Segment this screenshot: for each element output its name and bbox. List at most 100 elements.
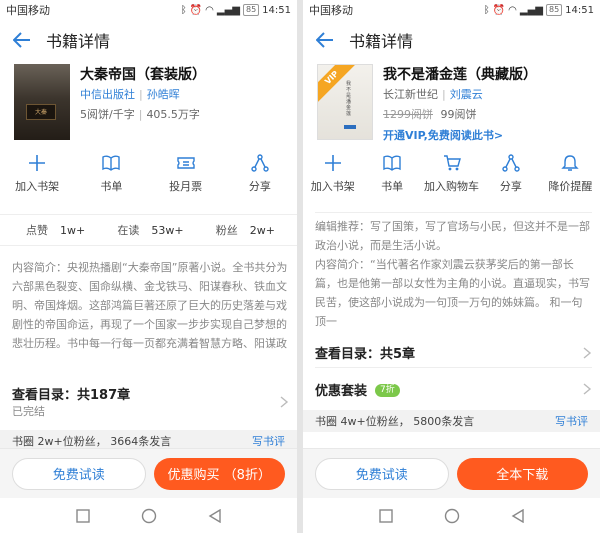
- back-arrow-icon[interactable]: [313, 28, 337, 52]
- toc-row[interactable]: 查看目录：共187章 已完结: [12, 384, 289, 424]
- bottom-action-bar: 免费试读 优惠购买 （8折）: [0, 448, 297, 498]
- share-button[interactable]: 分享: [223, 150, 297, 200]
- book-cover[interactable]: 大秦: [14, 64, 70, 140]
- app-bar: 书籍详情: [0, 20, 297, 60]
- stats-row: 点赞 1w+ 在读 53w+ 粉丝 2w+: [0, 214, 297, 246]
- chevron-right-icon: [280, 396, 289, 408]
- action-bar: 加入书架 书单 投月票 分享: [0, 150, 297, 200]
- alarm-icon: ⏰: [189, 4, 203, 16]
- author-link[interactable]: 刘震云: [450, 88, 483, 101]
- booklist-button[interactable]: 书单: [362, 150, 421, 200]
- toc-title: 查看目录：共5章: [315, 347, 416, 362]
- write-review-link[interactable]: 写书评: [555, 413, 588, 429]
- app-bar: 书籍详情: [303, 20, 600, 60]
- back-arrow-icon[interactable]: [10, 28, 34, 52]
- alarm-icon: ⏰: [492, 4, 506, 16]
- battery-icon: 85: [242, 4, 260, 16]
- publisher-link[interactable]: 长江新世纪: [383, 88, 438, 101]
- free-trial-button[interactable]: 免费试读: [315, 457, 449, 490]
- carrier-label: 中国移动: [6, 4, 50, 17]
- free-trial-button[interactable]: 免费试读: [12, 457, 146, 490]
- chevron-right-icon: [583, 346, 592, 359]
- wifi-icon: ◠: [205, 4, 214, 16]
- home-icon[interactable]: [444, 508, 460, 524]
- battery-icon: 85: [545, 4, 563, 16]
- bluetooth-icon: ᛒ: [483, 4, 490, 16]
- status-icons: ᛒ ⏰ ◠ ▂▄▆ 85 14:51: [484, 4, 594, 16]
- likes-stat[interactable]: 点赞 1w+: [26, 222, 85, 238]
- book-icon: [102, 155, 121, 171]
- word-count: 405.5万字: [146, 108, 200, 121]
- price-label: 5阅饼/千字: [80, 108, 135, 121]
- community-info: 书圈 2w+位粉丝， 3664条发言: [12, 435, 172, 448]
- author-link[interactable]: 孙皓晖: [147, 88, 180, 101]
- toc-status: 已完结: [12, 405, 45, 418]
- cover-title-text: 我不是潘金莲: [346, 81, 352, 117]
- add-to-cart-button[interactable]: 加入购物车: [422, 150, 481, 200]
- discount-buy-button[interactable]: 优惠购买 （8折）: [153, 457, 285, 490]
- cart-icon: [443, 155, 461, 171]
- system-nav-bar: [303, 498, 600, 533]
- chevron-right-icon: [583, 383, 592, 395]
- share-icon: [251, 154, 269, 172]
- bundle-row[interactable]: 优惠套装 7折: [315, 372, 592, 406]
- recent-apps-icon[interactable]: [75, 508, 90, 523]
- clock-label: 14:51: [262, 4, 291, 16]
- book-header: 大秦 大秦帝国（套装版） 中信出版社 | 孙皓晖 5阅饼/千字 | 405.5万字: [0, 60, 297, 146]
- wifi-icon: ◠: [508, 4, 517, 16]
- sale-price: 99阅饼: [440, 108, 477, 121]
- original-price: 1299阅饼: [383, 108, 433, 121]
- bundle-title: 优惠套装: [315, 383, 368, 399]
- page-title: 书籍详情: [349, 32, 414, 51]
- toc-title: 查看目录：共187章: [12, 388, 131, 403]
- plus-icon: [29, 155, 46, 171]
- book-title: 大秦帝国（套装版）: [80, 67, 206, 83]
- share-button[interactable]: 分享: [481, 150, 540, 200]
- book-cover[interactable]: VIP 我不是潘金莲: [317, 64, 373, 140]
- status-bar: 中国移动 ᛒ ⏰ ◠ ▂▄▆ 85 14:51: [303, 0, 600, 20]
- signal-icon: ▂▄▆: [216, 4, 240, 16]
- signal-icon: ▂▄▆: [519, 4, 543, 16]
- status-bar: 中国移动 ᛒ ⏰ ◠ ▂▄▆ 85 14:51: [0, 0, 297, 20]
- book-header: VIP 我不是潘金莲 我不是潘金莲（典藏版） 长江新世纪 | 刘震云 1299阅饼 …: [303, 60, 600, 146]
- write-review-link[interactable]: 写书评: [252, 433, 285, 449]
- toc-row[interactable]: 查看目录：共5章: [315, 338, 592, 368]
- cover-publisher-mark: [344, 125, 356, 129]
- back-nav-icon[interactable]: [511, 508, 525, 523]
- status-icons: ᛒ ⏰ ◠ ▂▄▆ 85 14:51: [181, 4, 291, 16]
- vip-subscribe-link[interactable]: 开通VIP,免费阅读此书>: [383, 127, 594, 143]
- price-drop-alert-button[interactable]: 降价提醒: [541, 150, 600, 200]
- book-icon: [383, 155, 401, 171]
- clock-label: 14:51: [565, 4, 594, 16]
- action-bar: 加入书架 书单 加入购物车 分享 降价提醒: [303, 150, 600, 200]
- plus-icon: [324, 155, 341, 171]
- system-nav-bar: [0, 498, 297, 533]
- back-nav-icon[interactable]: [208, 508, 222, 523]
- ticket-icon: [176, 157, 195, 169]
- bluetooth-icon: ᛒ: [180, 4, 187, 16]
- left-screen: 中国移动 ᛒ ⏰ ◠ ▂▄▆ 85 14:51 书籍详情 大秦 大秦帝国（套装版…: [0, 0, 297, 533]
- home-icon[interactable]: [141, 508, 157, 524]
- carrier-label: 中国移动: [309, 4, 353, 17]
- right-screen: 中国移动 ᛒ ⏰ ◠ ▂▄▆ 85 14:51 书籍详情 VIP 我不是潘金莲 …: [303, 0, 600, 533]
- book-intro[interactable]: 内容简介：央视热播剧“大秦帝国”原著小说。全书共分为六部黑色裂变、国命纵横、金戈…: [12, 258, 289, 372]
- cover-title-plate: 大秦: [26, 104, 56, 120]
- full-download-button[interactable]: 全本下载: [456, 457, 588, 490]
- add-to-shelf-button[interactable]: 加入书架: [0, 150, 74, 200]
- page-title: 书籍详情: [46, 32, 111, 51]
- add-to-shelf-button[interactable]: 加入书架: [303, 150, 362, 200]
- bottom-action-bar: 免费试读 全本下载: [303, 448, 600, 498]
- community-info: 书圈 4w+位粉丝， 5800条发言: [315, 415, 475, 428]
- share-icon: [502, 154, 520, 172]
- publisher-link[interactable]: 中信出版社: [80, 88, 135, 101]
- monthly-ticket-button[interactable]: 投月票: [149, 150, 223, 200]
- fans-stat: 粉丝 2w+: [215, 224, 275, 237]
- book-intro[interactable]: 编辑推荐：写了国策，写了官场与小民，但这并不是一部政治小说，而是生活小说。 内容…: [315, 212, 592, 330]
- reading-stat: 在读 53w+: [117, 224, 184, 237]
- community-row[interactable]: 书圈 4w+位粉丝， 5800条发言 写书评: [303, 410, 600, 432]
- discount-badge: 7折: [375, 383, 400, 397]
- book-title: 我不是潘金莲（典藏版）: [383, 67, 537, 83]
- booklist-button[interactable]: 书单: [74, 150, 148, 200]
- recent-apps-icon[interactable]: [378, 508, 393, 523]
- bell-icon: [561, 155, 580, 171]
